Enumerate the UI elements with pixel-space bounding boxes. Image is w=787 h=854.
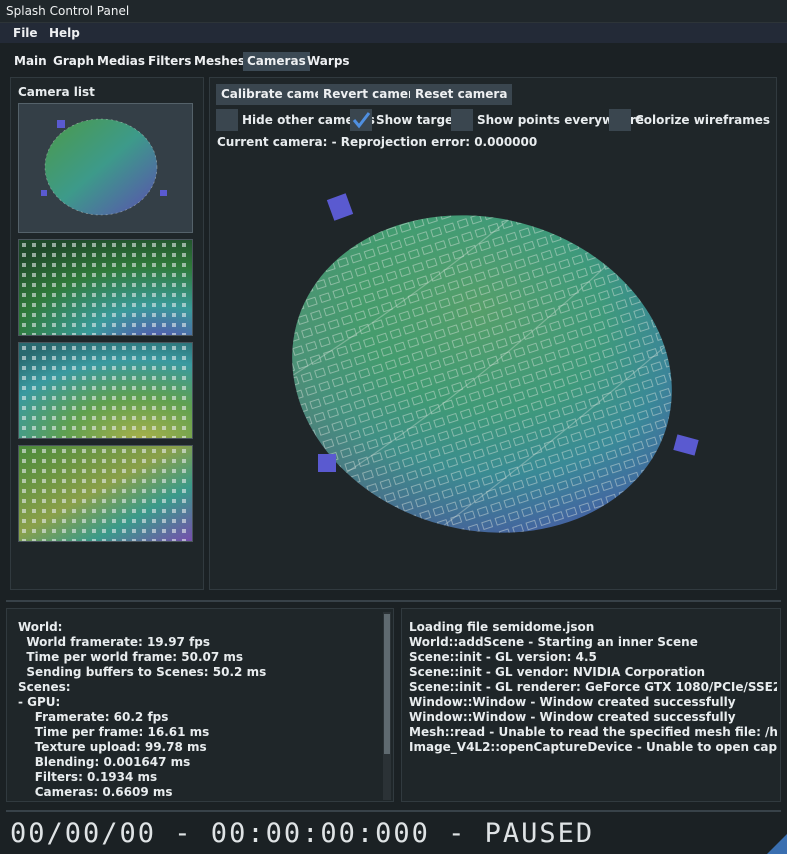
semidome-render <box>256 173 708 575</box>
divider <box>6 600 781 602</box>
log-line: Loading file semidome.json <box>409 620 595 634</box>
tab-warps[interactable]: Warps <box>303 52 354 71</box>
stats-line: Filters: 0.1934 ms <box>18 770 158 784</box>
log-line: Window::Window - Window created successf… <box>409 710 736 724</box>
stats-line: Framerate: 60.2 fps <box>18 710 169 724</box>
camera-thumbnail-image <box>19 240 192 335</box>
stats-line: - GPU: <box>18 695 61 709</box>
stats-line: Texture upload: 99.78 ms <box>18 740 207 754</box>
stats-line: Sending buffers to Scenes: 50.2 ms <box>18 665 267 679</box>
log-list: Loading file semidome.json World::addSce… <box>409 620 777 755</box>
log-line: World::addScene - Starting an inner Scen… <box>409 635 698 649</box>
camera-thumbnail-3[interactable] <box>18 342 193 439</box>
scrollbar-thumb[interactable] <box>384 614 390 754</box>
stats-line: Cameras: 0.6609 ms <box>18 785 173 799</box>
title-bar: Splash Control Panel <box>0 0 787 23</box>
hide-other-cameras-checkbox[interactable] <box>216 109 238 131</box>
camera-thumbnail-image <box>19 343 192 438</box>
show-points-everywhere-checkbox[interactable] <box>451 109 473 131</box>
stats-line: Time per frame: 16.61 ms <box>18 725 210 739</box>
tab-meshes[interactable]: Meshes <box>190 52 249 71</box>
divider <box>6 810 781 812</box>
camera-viewport[interactable] <box>212 152 775 587</box>
stats-scrollbar[interactable] <box>383 612 391 800</box>
camera-thumbnail-image <box>19 446 192 541</box>
tab-medias[interactable]: Medias <box>93 52 149 71</box>
show-targets-checkbox[interactable] <box>350 109 372 131</box>
window-title: Splash Control Panel <box>6 4 130 18</box>
stats-line: Scenes: <box>18 680 71 694</box>
menu-bar: File Help <box>0 23 787 43</box>
log-line: Scene::init - GL vendor: NVIDIA Corporat… <box>409 665 706 679</box>
current-camera-info: Current camera: - Reprojection error: 0.… <box>217 135 538 149</box>
stats-line: Blending: 0.001647 ms <box>18 755 191 769</box>
tab-graph[interactable]: Graph <box>49 52 98 71</box>
colorize-wireframes-label: Colorize wireframes <box>635 113 771 127</box>
stats-line: World framerate: 19.97 fps <box>18 635 211 649</box>
menu-file[interactable]: File <box>13 26 38 40</box>
log-line: Mesh::read - Unable to read the specifie… <box>409 725 777 739</box>
checkmark-icon <box>352 112 371 129</box>
camera-thumbnail-1[interactable] <box>18 103 193 233</box>
log-line: Image_V4L2::openCaptureDevice - Unable t… <box>409 740 777 754</box>
log-line: Window::Window - Window created successf… <box>409 695 736 709</box>
reset-camera-button[interactable]: Reset camera <box>410 84 513 105</box>
stats-line: World: <box>18 620 63 634</box>
resize-grip-icon[interactable] <box>767 834 787 854</box>
tab-main[interactable]: Main <box>10 52 51 71</box>
timecode-display: 00/00/00 - 00:00:00:000 - PAUSED <box>10 818 595 849</box>
tab-filters[interactable]: Filters <box>144 52 195 71</box>
tab-cameras[interactable]: Cameras <box>243 52 310 71</box>
stats-line: Time per world frame: 50.07 ms <box>18 650 244 664</box>
camera-thumbnail-image <box>41 118 167 216</box>
camera-thumbnail-4[interactable] <box>18 445 193 542</box>
stats-list: World: World framerate: 19.97 fps Time p… <box>18 620 378 800</box>
log-line: Scene::init - GL version: 4.5 <box>409 650 597 664</box>
camera-thumbnail-2[interactable] <box>18 239 193 336</box>
camera-list-title: Camera list <box>18 85 95 99</box>
menu-help[interactable]: Help <box>49 26 80 40</box>
colorize-wireframes-checkbox[interactable] <box>609 109 631 131</box>
log-line: Scene::init - GL renderer: GeForce GTX 1… <box>409 680 777 694</box>
